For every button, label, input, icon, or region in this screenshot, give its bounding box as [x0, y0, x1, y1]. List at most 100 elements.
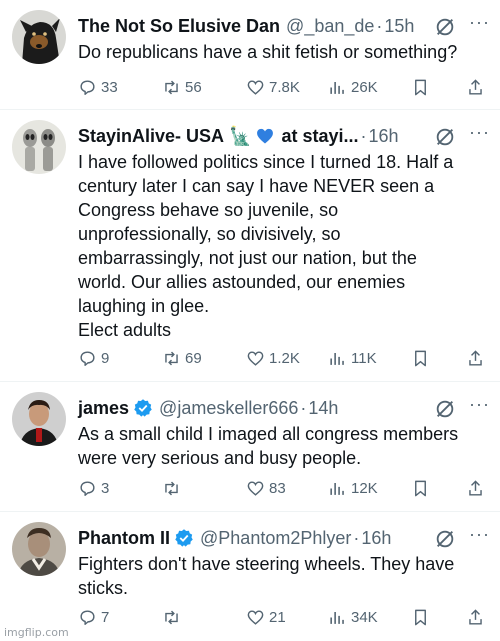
like-count: 83	[269, 479, 286, 497]
blue-heart-icon	[257, 128, 274, 144]
bookmark-button[interactable]	[411, 349, 434, 368]
author-name[interactable]: james	[78, 398, 129, 419]
heart-icon	[247, 350, 264, 366]
timestamp[interactable]: 16h	[369, 126, 399, 147]
retweet-count: 56	[185, 78, 202, 96]
views-chart-icon	[330, 352, 344, 365]
like-button[interactable]: 21	[246, 608, 286, 627]
views-button[interactable]: 26K	[328, 78, 378, 97]
grok-icon[interactable]	[434, 398, 456, 420]
share-button[interactable]	[466, 78, 489, 97]
retweet-icon	[165, 351, 178, 365]
views-chart-icon	[330, 611, 344, 624]
reply-count: 9	[101, 349, 110, 367]
author-name[interactable]: Phantom II	[78, 528, 170, 549]
timestamp[interactable]: 14h	[308, 398, 338, 419]
tweet[interactable]: StayinAlive- USA 🗽 at stayi... · 16h I h…	[0, 110, 500, 382]
verified-badge-icon	[175, 529, 193, 547]
views-button[interactable]: 11K	[328, 349, 377, 368]
statue-of-liberty-emoji: 🗽	[229, 125, 252, 146]
retweet-icon	[165, 481, 178, 495]
retweet-count: 69	[185, 349, 202, 367]
share-icon	[469, 349, 482, 366]
separator: ·	[376, 15, 383, 36]
avatar[interactable]	[12, 522, 66, 576]
views-button[interactable]: 34K	[328, 608, 378, 627]
separator: ·	[360, 125, 367, 146]
reply-button[interactable]: 33	[78, 78, 118, 97]
bookmark-button[interactable]	[411, 78, 434, 97]
more-options-icon[interactable]: ···	[469, 122, 490, 143]
avatar[interactable]	[12, 10, 66, 64]
author-name[interactable]: StayinAlive- USA	[78, 126, 224, 147]
tweet[interactable]: Phantom II @Phantom2Phlyer · 16h Fighter…	[0, 512, 500, 641]
bookmark-icon	[415, 79, 426, 95]
like-button[interactable]: 1.2K	[246, 349, 300, 368]
views-chart-icon	[330, 81, 344, 94]
retweet-icon	[165, 610, 178, 624]
views-chart-icon	[330, 482, 344, 495]
verified-badge-icon	[134, 399, 152, 417]
retweet-button[interactable]	[162, 479, 185, 498]
reply-button[interactable]: 7	[78, 608, 109, 627]
share-button[interactable]	[466, 349, 489, 368]
author-name[interactable]: The Not So Elusive Dan	[78, 16, 280, 37]
author-handle[interactable]: at stayi...	[281, 126, 358, 147]
author-handle[interactable]: @jameskeller666	[159, 398, 298, 419]
share-button[interactable]	[466, 608, 489, 627]
more-options-icon[interactable]: ···	[469, 12, 490, 33]
bookmark-icon	[415, 609, 426, 625]
tweet-text: As a small child I imaged all congress m…	[78, 424, 459, 468]
retweet-button[interactable]: 56	[162, 78, 202, 97]
views-count: 11K	[351, 349, 377, 367]
separator: ·	[300, 397, 307, 418]
tweet-feed: The Not So Elusive Dan @_ban_de · 15h Do…	[0, 0, 500, 641]
like-count: 7.8K	[269, 78, 300, 96]
reply-button[interactable]: 3	[78, 479, 109, 498]
like-button[interactable]: 7.8K	[246, 78, 300, 97]
share-button[interactable]	[466, 479, 489, 498]
like-count: 21	[269, 608, 286, 626]
views-button[interactable]: 12K	[328, 479, 378, 498]
views-count: 26K	[351, 78, 378, 96]
views-count: 12K	[351, 479, 378, 497]
reply-icon	[80, 480, 95, 496]
grok-icon[interactable]	[434, 16, 456, 38]
more-options-icon[interactable]: ···	[469, 394, 490, 415]
timestamp[interactable]: 15h	[384, 16, 414, 37]
retweet-button[interactable]: 69	[162, 349, 202, 368]
watermark: imgflip.com	[4, 626, 69, 639]
tweet-text: Do republicans have a shit fetish or som…	[78, 42, 458, 62]
like-count: 1.2K	[269, 349, 300, 367]
bookmark-button[interactable]	[411, 608, 434, 627]
author-handle[interactable]: @_ban_de	[286, 16, 374, 37]
timestamp[interactable]: 16h	[361, 528, 391, 549]
separator: ·	[353, 527, 360, 548]
grok-icon[interactable]	[434, 528, 456, 550]
more-options-icon[interactable]: ···	[469, 524, 490, 545]
tweet-text: I have followed politics since I turned …	[78, 152, 454, 340]
avatar[interactable]	[12, 120, 66, 174]
reply-icon	[80, 350, 95, 366]
bookmark-button[interactable]	[411, 479, 434, 498]
heart-icon	[247, 79, 264, 95]
grok-icon[interactable]	[434, 126, 456, 148]
share-icon	[469, 78, 482, 95]
heart-icon	[247, 480, 264, 496]
reply-count: 33	[101, 78, 118, 96]
reply-icon	[80, 609, 95, 625]
share-icon	[469, 608, 482, 625]
author-handle[interactable]: @Phantom2Phlyer	[200, 528, 351, 549]
views-count: 34K	[351, 608, 378, 626]
tweet[interactable]: james @jameskeller666 · 14h As a small c…	[0, 382, 500, 512]
like-button[interactable]: 83	[246, 479, 286, 498]
retweet-button[interactable]	[162, 608, 185, 627]
tweet-text: Fighters don't have steering wheels. The…	[78, 554, 455, 598]
tweet[interactable]: The Not So Elusive Dan @_ban_de · 15h Do…	[0, 0, 500, 110]
share-icon	[469, 479, 482, 496]
bookmark-icon	[415, 350, 426, 366]
avatar[interactable]	[12, 392, 66, 446]
reply-button[interactable]: 9	[78, 349, 109, 368]
retweet-icon	[165, 80, 178, 94]
bookmark-icon	[415, 480, 426, 496]
